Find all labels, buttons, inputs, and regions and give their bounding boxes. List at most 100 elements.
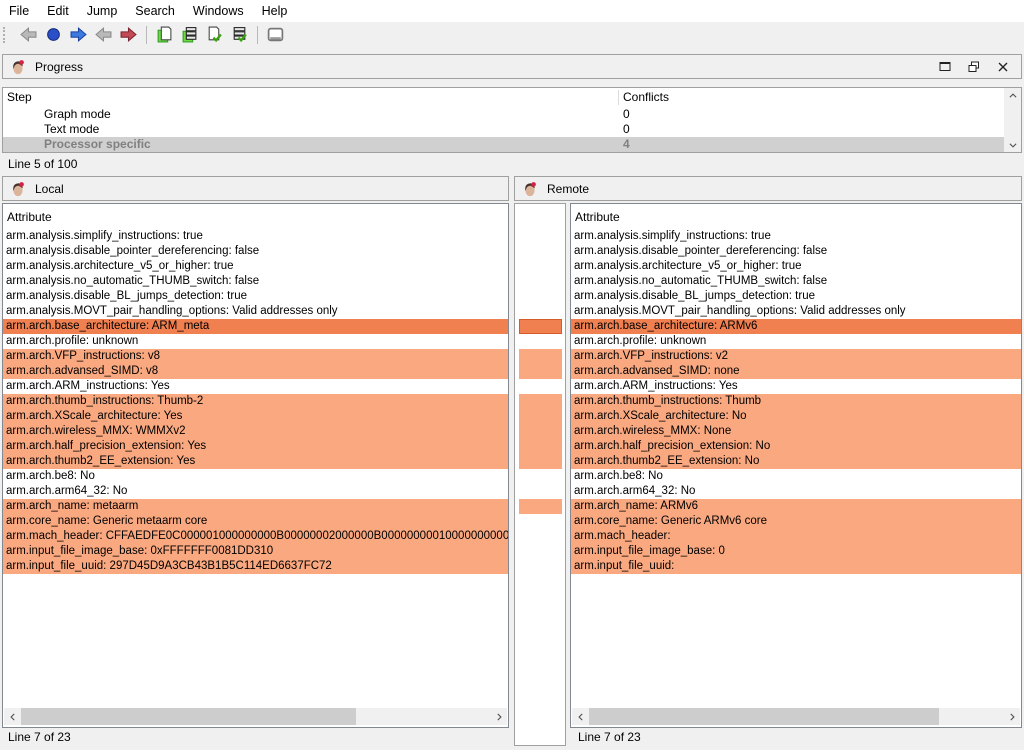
menu-item[interactable]: File [0, 0, 38, 22]
menu-item[interactable]: Windows [184, 0, 253, 22]
scroll-thumb[interactable] [21, 708, 356, 725]
menu-item[interactable]: Help [253, 0, 297, 22]
conflict-count: 0 [623, 107, 630, 122]
attribute-row[interactable]: arm.arch.be8: No [3, 469, 508, 484]
attribute-row[interactable]: arm.arch.thumb_instructions: Thumb [571, 394, 1021, 409]
attribute-row[interactable]: arm.arch.thumb2_EE_extension: No [571, 454, 1021, 469]
scroll-right-icon[interactable] [1003, 708, 1020, 725]
attribute-row[interactable]: arm.arch.thumb2_EE_extension: Yes [3, 454, 508, 469]
remote-pane: Attribute arm.analysis.simplify_instruct… [570, 203, 1022, 728]
attribute-row[interactable]: arm.arch.advansed_SIMD: none [571, 364, 1021, 379]
attribute-row[interactable]: arm.arch.wireless_MMX: WMMXv2 [3, 424, 508, 439]
attribute-row[interactable]: arm.mach_header: [571, 529, 1021, 544]
attribute-row[interactable]: arm.arch.advansed_SIMD: v8 [3, 364, 508, 379]
attribute-row[interactable]: arm.arch.XScale_architecture: No [571, 409, 1021, 424]
remote-status-line: Line 7 of 23 [578, 730, 641, 744]
attribute-row[interactable]: arm.arch.be8: No [571, 469, 1021, 484]
attribute-row[interactable]: arm.input_file_image_base: 0xFFFFFFF0081… [3, 544, 508, 559]
attribute-row[interactable]: arm.arch.ARM_instructions: Yes [571, 379, 1021, 394]
attribute-row[interactable]: arm.arch.base_architecture: ARMv6 [571, 319, 1021, 334]
attribute-row[interactable]: arm.arch.thumb_instructions: Thumb-2 [3, 394, 508, 409]
attribute-row[interactable]: arm.arch.profile: unknown [3, 334, 508, 349]
scroll-left-icon[interactable] [4, 708, 21, 725]
local-horizontal-scrollbar[interactable] [4, 708, 507, 725]
attribute-row[interactable]: arm.input_file_uuid: [571, 559, 1021, 574]
step-row[interactable]: Graph mode 0 [3, 107, 1021, 122]
attribute-row[interactable]: arm.core_name: Generic metaarm core [3, 514, 508, 529]
attribute-row[interactable]: arm.analysis.simplify_instructions: true [3, 229, 508, 244]
nav-forward-blue-icon[interactable] [67, 24, 90, 46]
attribute-row[interactable]: arm.arch.half_precision_extension: Yes [3, 439, 508, 454]
attribute-row[interactable]: arm.arch.VFP_instructions: v8 [3, 349, 508, 364]
attribute-row[interactable]: arm.analysis.MOVT_pair_handling_options:… [3, 304, 508, 319]
restore-button[interactable] [959, 55, 988, 78]
attribute-row[interactable]: arm.arch.ARM_instructions: Yes [3, 379, 508, 394]
remote-horizontal-scrollbar[interactable] [572, 708, 1020, 725]
scroll-down-icon[interactable] [1004, 137, 1021, 152]
menu-item[interactable]: Search [126, 0, 184, 22]
attribute-row[interactable]: arm.arch.base_architecture: ARM_meta [3, 319, 508, 334]
attribute-row[interactable]: arm.analysis.disable_pointer_dereferenci… [571, 244, 1021, 259]
attribute-row[interactable]: arm.arch.wireless_MMX: None [571, 424, 1021, 439]
export-document-icon[interactable] [153, 24, 176, 46]
toolbar-separator [257, 26, 258, 44]
segments-check-icon [231, 26, 248, 43]
window-icon[interactable] [264, 24, 287, 46]
step-row[interactable]: Processor specific 4 [3, 137, 1021, 152]
nav-back-gray-icon[interactable] [17, 24, 40, 46]
maximize-button[interactable] [930, 55, 959, 78]
attribute-row[interactable]: arm.arch.VFP_instructions: v2 [571, 349, 1021, 364]
menu-bar: File Edit Jump Search Windows Help [0, 0, 1024, 22]
scroll-track[interactable] [1004, 103, 1021, 137]
diff-map[interactable] [514, 203, 566, 746]
undo-back-gray-icon[interactable] [92, 24, 115, 46]
attribute-row[interactable]: arm.arch.XScale_architecture: Yes [3, 409, 508, 424]
progress-titlebar[interactable]: Progress [2, 54, 1022, 79]
attribute-row[interactable]: arm.analysis.disable_pointer_dereferenci… [3, 244, 508, 259]
import-document-check-icon[interactable] [203, 24, 226, 46]
attribute-row[interactable]: arm.arch.arm64_32: No [3, 484, 508, 499]
attribute-row[interactable]: arm.input_file_uuid: 297D45D9A3CB43B1B5C… [3, 559, 508, 574]
attribute-row[interactable]: arm.input_file_image_base: 0 [571, 544, 1021, 559]
local-titlebar[interactable]: Local [2, 176, 509, 201]
attribute-row[interactable]: arm.analysis.disable_BL_jumps_detection:… [3, 289, 508, 304]
scroll-thumb[interactable] [589, 708, 939, 725]
attribute-row[interactable]: arm.arch_name: ARMv6 [571, 499, 1021, 514]
conflict-count: 4 [623, 137, 630, 152]
step-row[interactable]: Text mode 0 [3, 122, 1021, 137]
window-buttons [930, 55, 1021, 78]
attribute-row[interactable]: arm.core_name: Generic ARMv6 core [571, 514, 1021, 529]
menu-item[interactable]: Edit [38, 0, 78, 22]
attribute-row[interactable]: arm.mach_header: CFFAEDFE0C0000010000000… [3, 529, 508, 544]
remote-titlebar[interactable]: Remote [514, 176, 1022, 201]
attribute-row[interactable]: arm.arch.profile: unknown [571, 334, 1021, 349]
menu-item[interactable]: Jump [78, 0, 127, 22]
scroll-right-icon[interactable] [490, 708, 507, 725]
attribute-row[interactable]: arm.analysis.architecture_v5_or_higher: … [3, 259, 508, 274]
nav-dot-blue-icon[interactable] [42, 24, 65, 46]
attribute-row[interactable]: arm.arch.half_precision_extension: No [571, 439, 1021, 454]
close-button[interactable] [988, 55, 1017, 78]
attribute-row[interactable]: arm.analysis.disable_BL_jumps_detection:… [571, 289, 1021, 304]
attribute-row[interactable]: arm.analysis.architecture_v5_or_higher: … [571, 259, 1021, 274]
remote-attribute-header[interactable]: Attribute [571, 204, 1021, 229]
local-attribute-header[interactable]: Attribute [3, 204, 508, 229]
redo-forward-red-icon[interactable] [117, 24, 140, 46]
scroll-left-icon[interactable] [572, 708, 589, 725]
attribute-row[interactable]: arm.analysis.simplify_instructions: true [571, 229, 1021, 244]
attribute-row[interactable]: arm.analysis.no_automatic_THUMB_switch: … [571, 274, 1021, 289]
toolbar [0, 22, 1024, 47]
export-segments-icon[interactable] [178, 24, 201, 46]
import-segments-check-icon[interactable] [228, 24, 251, 46]
conflicts-column-header[interactable]: Conflicts [623, 90, 669, 104]
step-column-header[interactable]: Step [7, 90, 32, 104]
attribute-row[interactable]: arm.analysis.MOVT_pair_handling_options:… [571, 304, 1021, 319]
toolbar-grip[interactable] [3, 27, 7, 43]
steps-vertical-scrollbar[interactable] [1004, 88, 1021, 152]
attribute-row[interactable]: arm.arch.arm64_32: No [571, 484, 1021, 499]
column-divider [618, 90, 619, 105]
attribute-row[interactable]: arm.arch_name: metaarm [3, 499, 508, 514]
attribute-row[interactable]: arm.analysis.no_automatic_THUMB_switch: … [3, 274, 508, 289]
restore-icon [966, 59, 982, 75]
scroll-up-icon[interactable] [1004, 88, 1021, 103]
